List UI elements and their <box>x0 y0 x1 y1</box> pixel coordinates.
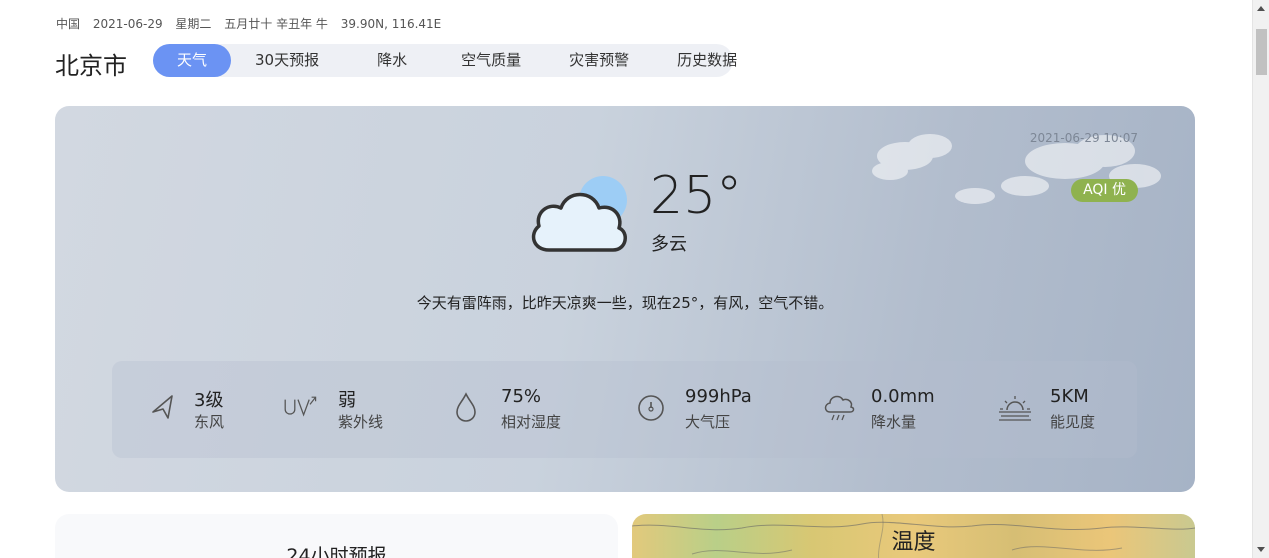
scroll-down-arrow-icon[interactable] <box>1257 547 1265 552</box>
hourly-forecast-card: 24小时预报 <box>55 514 618 558</box>
coordinates: 39.90N, 116.41E <box>340 17 442 31</box>
tab-precipitation[interactable]: 降水 <box>343 44 437 77</box>
country: 中国 <box>56 17 81 31</box>
wind-label: 东风 <box>194 413 225 431</box>
tab-air-quality[interactable]: 空气质量 <box>437 44 545 77</box>
tab-history[interactable]: 历史数据 <box>653 44 761 77</box>
scroll-up-arrow-icon[interactable] <box>1257 6 1265 11</box>
hourly-forecast-title: 24小时预报 <box>286 545 387 558</box>
date: 2021-06-29 <box>92 17 163 31</box>
humidity-value: 75% <box>501 386 542 407</box>
uv-label: 紫外线 <box>338 413 384 431</box>
lunar-date: 五月廿十 辛丑年 牛 <box>224 17 328 31</box>
stat-pressure: 999hPa 大气压 <box>637 386 797 434</box>
current-weather-panel: 2021-06-29 10:07 AQI 优 25° 多云 今天有雷阵雨，比昨天… <box>55 106 1195 492</box>
humidity-icon <box>456 392 476 422</box>
weekday: 星期二 <box>175 17 212 31</box>
tab-warnings[interactable]: 灾害预警 <box>545 44 653 77</box>
precipitation-label: 降水量 <box>871 413 917 431</box>
location-info: 中国 2021-06-29 星期二 五月廿十 辛丑年 牛 39.90N, 116… <box>56 15 450 32</box>
visibility-value: 5KM <box>1050 386 1089 407</box>
tab-weather[interactable]: 天气 <box>153 44 232 77</box>
visibility-icon <box>999 396 1031 421</box>
pressure-value: 999hPa <box>685 386 752 407</box>
city-title: 北京市 <box>55 52 127 80</box>
vertical-scrollbar[interactable] <box>1252 0 1269 558</box>
wind-direction-icon <box>152 395 173 419</box>
wind-value: 3级 <box>194 390 224 411</box>
uv-icon <box>284 396 317 417</box>
current-temperature: 25° <box>650 166 743 226</box>
stat-wind: 3级 东风 <box>148 386 288 434</box>
cloudy-icon <box>531 176 627 252</box>
humidity-label: 相对湿度 <box>501 413 562 431</box>
stat-visibility: 5KM 能见度 <box>997 386 1137 434</box>
weather-condition: 多云 <box>651 234 687 255</box>
pressure-label: 大气压 <box>685 413 731 431</box>
temperature-map-card[interactable]: 温度 <box>632 514 1195 558</box>
stat-uv: 弱 紫外线 <box>282 386 422 434</box>
stat-precipitation: 0.0mm 降水量 <box>822 386 982 434</box>
tab-30day[interactable]: 30天预报 <box>231 44 343 77</box>
scroll-thumb[interactable] <box>1256 29 1267 75</box>
visibility-label: 能见度 <box>1050 413 1096 431</box>
aqi-badge[interactable]: AQI 优 <box>1071 179 1138 202</box>
uv-value: 弱 <box>338 390 356 411</box>
temperature-map-title: 温度 <box>891 530 936 555</box>
weather-summary: 今天有雷阵雨，比昨天凉爽一些，现在25°，有风，空气不错。 <box>416 294 834 312</box>
pressure-icon <box>638 395 664 421</box>
nav-tabs: 天气 30天预报 降水 空气质量 灾害预警 历史数据 <box>153 44 737 77</box>
precipitation-value: 0.0mm <box>871 386 935 407</box>
weather-stats: 3级 东风 弱 紫外线 75% 相对湿度 999hPa 大气压 0.0mm 降水… <box>112 361 1137 458</box>
rain-icon <box>824 395 855 421</box>
update-time: 2021-06-29 10:07 <box>1029 131 1138 145</box>
stat-humidity: 75% 相对湿度 <box>452 386 612 434</box>
